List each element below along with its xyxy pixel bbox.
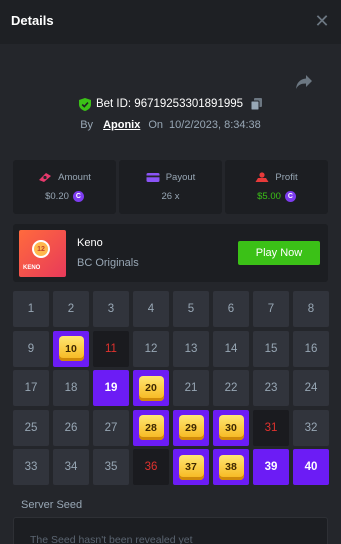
keno-cell: 35 [93,449,129,485]
server-seed-label: Server Seed [21,499,83,511]
profit-icon [255,172,269,182]
keno-cell: 6 [213,291,249,327]
game-card: 12 KENO Keno BC Originals Play Now [13,224,328,282]
stat-value: $0.20 [45,191,69,202]
bet-author-row: By Aponix On 10/2/2023, 8:34:38 [0,118,341,132]
keno-cell: 26 [53,409,89,446]
keno-cell: 19 [93,370,129,406]
hit-gem-icon: 29 [178,415,204,440]
keno-cell: 9 [13,330,49,367]
keno-cell: 13 [173,330,209,367]
stat-amount: Amount $0.20 C [13,160,116,214]
keno-cell: 27 [93,409,129,446]
copy-icon[interactable] [251,98,263,110]
keno-cell: 10 [53,330,89,367]
keno-cell: 11 [93,330,129,367]
thumb-label: KENO [23,265,41,271]
keno-cell: 7 [253,291,289,327]
stat-value: $5.00 [257,191,281,202]
keno-cell: 21 [173,370,209,406]
verified-shield-icon [78,97,91,111]
keno-cell: 36 [133,449,169,485]
on-label: On [148,119,164,131]
keno-cell: 32 [293,409,329,446]
details-header: Details ✕ [0,0,341,44]
coin-icon: C [284,191,296,202]
keno-cell: 23 [253,370,289,406]
stat-payout: Payout 26 x [119,160,222,214]
hit-gem-icon: 37 [178,454,204,480]
keno-grid: 1 2 3 4 5 6 7 8 9 10 11 12 13 14 15 16 17 18 19 20 21 22 23 24 2… [13,291,329,485]
game-name: Keno [77,237,103,249]
keno-thumbnail[interactable]: 12 KENO [19,230,66,277]
keno-cell: 29 [173,409,209,446]
game-provider: BC Originals [77,257,139,269]
keno-ball-icon: 12 [32,240,50,258]
keno-cell: 1 [13,291,49,327]
keno-cell: 20 [133,370,169,406]
hit-gem-icon: 28 [138,415,164,440]
keno-cell: 33 [13,449,49,485]
close-icon[interactable]: ✕ [312,11,332,31]
keno-cell: 2 [53,291,89,327]
server-seed-value: The Seed hasn't been revealed yet [30,534,193,544]
keno-cell: 4 [133,291,169,327]
hit-gem-icon: 20 [138,375,164,401]
keno-cell: 25 [13,409,49,446]
server-seed-field: The Seed hasn't been revealed yet [13,517,328,544]
stat-profit: Profit $5.00 C [225,160,328,214]
keno-cell: 40 [293,449,329,485]
stat-label: Profit [275,172,298,183]
wallet-icon [146,173,160,182]
share-icon[interactable] [295,74,313,90]
stat-label: Payout [165,172,196,183]
keno-cell: 24 [293,370,329,406]
keno-cell: 34 [53,449,89,485]
keno-cell: 16 [293,330,329,367]
keno-cell: 18 [53,370,89,406]
bet-id: Bet ID: 96719253301891995 [95,98,244,110]
keno-cell: 28 [133,409,169,446]
keno-cell: 31 [253,409,289,446]
keno-cell: 37 [173,449,209,485]
bet-datetime: 10/2/2023, 8:34:38 [169,119,261,131]
keno-cell: 8 [293,291,329,327]
hit-gem-icon: 30 [218,415,244,440]
keno-cell: 15 [253,330,289,367]
hit-gem-icon: 38 [218,454,244,480]
keno-cell: 39 [253,449,289,485]
keno-cell: 5 [173,291,209,327]
keno-cell: 38 [213,449,249,485]
stat-label: Amount [58,172,91,183]
play-now-button[interactable]: Play Now [238,241,320,265]
bet-stats: Amount $0.20 C Payout 26 x Profit $5.00 … [13,160,328,214]
stat-value: 26 x [161,191,180,202]
by-label: By [80,119,94,131]
user-link[interactable]: Aponix [103,119,140,131]
bet-id-row: Bet ID: 96719253301891995 [0,96,341,112]
page-title: Details [11,13,54,28]
keno-cell: 3 [93,291,129,327]
hit-gem-icon: 10 [58,336,84,361]
keno-cell: 22 [213,370,249,406]
keno-cell: 12 [133,330,169,367]
money-icon [39,173,52,182]
keno-cell: 30 [213,409,249,446]
keno-cell: 17 [13,370,49,406]
keno-cell: 14 [213,330,249,367]
coin-icon: C [72,191,84,202]
